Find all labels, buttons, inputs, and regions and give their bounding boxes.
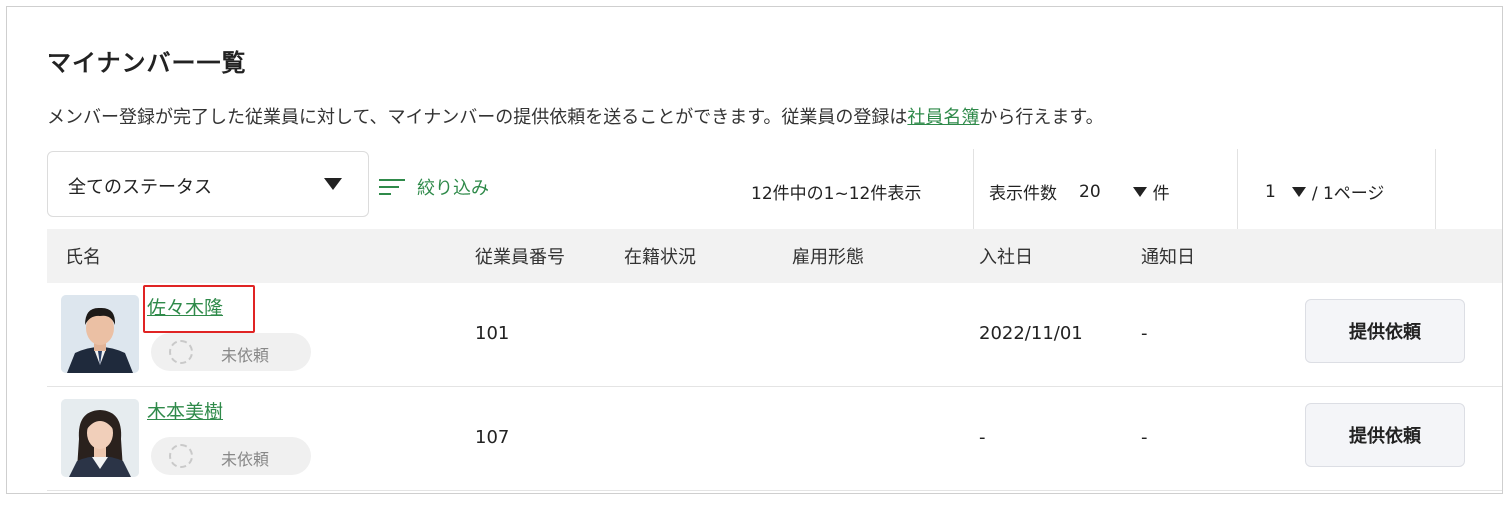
per-page-control: 表示件数 20 件 bbox=[989, 179, 1170, 205]
join-date-cell: 2022/11/01 bbox=[979, 323, 1083, 344]
employee-name-link[interactable]: 木本美樹 bbox=[147, 397, 223, 424]
divider bbox=[1237, 149, 1238, 231]
status-filter-select[interactable]: 全てのステータス bbox=[47, 151, 369, 217]
column-name: 氏名 bbox=[65, 247, 101, 268]
description-text-suffix: から行えます。 bbox=[979, 107, 1104, 128]
notice-date-cell: - bbox=[1141, 323, 1148, 344]
status-badge-label: 未依頼 bbox=[221, 346, 270, 365]
divider bbox=[1435, 149, 1436, 231]
employee-no-cell: 107 bbox=[475, 427, 510, 448]
divider bbox=[973, 149, 974, 231]
employee-directory-link[interactable]: 社員名簿 bbox=[907, 107, 979, 128]
column-employment-type: 雇用形態 bbox=[792, 247, 864, 268]
pagination: 1 / 1ページ bbox=[1265, 179, 1385, 205]
status-badge: 未依頼 bbox=[151, 437, 311, 475]
my-number-list-panel: マイナンバー一覧 メンバー登録が完了した従業員に対して、マイナンバーの提供依頼を… bbox=[6, 6, 1503, 494]
filter-button-label: 絞り込み bbox=[417, 178, 489, 199]
column-employee-no: 従業員番号 bbox=[475, 247, 565, 268]
chevron-down-icon bbox=[324, 178, 342, 190]
page-title: マイナンバー一覧 bbox=[47, 49, 247, 77]
request-provision-button[interactable]: 提供依頼 bbox=[1305, 299, 1465, 363]
status-filter-value: 全てのステータス bbox=[68, 177, 212, 198]
result-count: 12件中の1~12件表示 bbox=[751, 184, 922, 204]
page-description: メンバー登録が完了した従業員に対して、マイナンバーの提供依頼を送ることができます… bbox=[47, 103, 1104, 129]
filter-button[interactable]: 絞り込み bbox=[379, 175, 489, 199]
page-select[interactable]: 1 bbox=[1265, 182, 1276, 202]
table-row: 木本美樹 未依頼 107 - - 提供依頼 bbox=[47, 387, 1502, 491]
employee-name-link[interactable]: 佐々木隆 bbox=[147, 293, 223, 320]
per-page-label: 表示件数 bbox=[989, 184, 1057, 204]
filter-icon bbox=[379, 178, 405, 196]
avatar bbox=[61, 399, 139, 477]
dropdown-arrow-icon[interactable] bbox=[1132, 186, 1147, 197]
status-badge-label: 未依頼 bbox=[221, 450, 270, 469]
status-badge: 未依頼 bbox=[151, 333, 311, 371]
avatar bbox=[61, 295, 139, 373]
table-header: 氏名 従業員番号 在籍状況 雇用形態 入社日 通知日 bbox=[47, 229, 1502, 283]
notice-date-cell: - bbox=[1141, 427, 1148, 448]
employee-no-cell: 101 bbox=[475, 323, 510, 344]
pending-status-icon bbox=[169, 444, 193, 468]
column-join-date: 入社日 bbox=[979, 247, 1033, 268]
column-notice-date: 通知日 bbox=[1141, 247, 1195, 268]
page-total: / 1ページ bbox=[1311, 184, 1385, 204]
table-row: 佐々木隆 未依頼 101 2022/11/01 - 提供依頼 bbox=[47, 283, 1502, 387]
description-text: メンバー登録が完了した従業員に対して、マイナンバーの提供依頼を送ることができます… bbox=[47, 107, 908, 128]
dropdown-arrow-icon[interactable] bbox=[1291, 186, 1306, 197]
column-enrollment: 在籍状況 bbox=[624, 247, 696, 268]
per-page-unit: 件 bbox=[1152, 184, 1170, 204]
per-page-select[interactable]: 20 bbox=[1079, 182, 1101, 202]
request-provision-button[interactable]: 提供依頼 bbox=[1305, 403, 1465, 467]
pending-status-icon bbox=[169, 340, 193, 364]
join-date-cell: - bbox=[979, 427, 986, 448]
